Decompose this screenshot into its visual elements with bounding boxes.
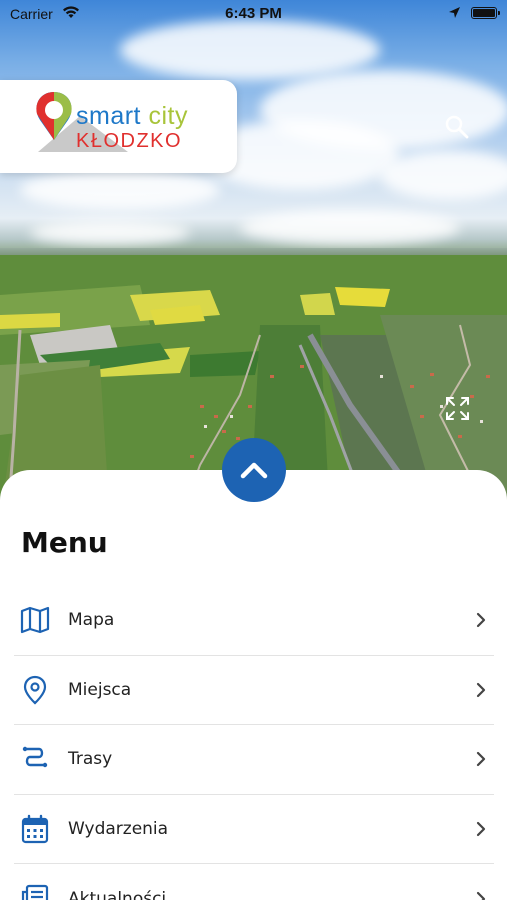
chevron-right-icon [476, 892, 486, 900]
menu-item-label: Wydarzenia [68, 819, 169, 840]
menu-item-miejsca[interactable]: Miejsca [14, 656, 494, 726]
chevron-up-icon [240, 462, 268, 479]
menu-item-mapa[interactable]: Mapa [14, 586, 494, 656]
menu-list: Mapa Miejsca Trasy Wydarzenia Aktualnośc… [14, 586, 494, 900]
menu-item-label: Mapa [68, 610, 115, 631]
menu-item-label: Miejsca [68, 679, 132, 700]
calendar-icon [20, 814, 50, 844]
chevron-right-icon [476, 682, 486, 697]
menu-item-label: Trasy [68, 749, 113, 770]
search-icon[interactable] [444, 114, 470, 140]
smart-city-logo: smart city KŁODZKO [0, 80, 237, 173]
battery-icon [471, 7, 500, 19]
logo-text-town: KŁODZKO [76, 130, 183, 152]
map-icon [20, 605, 50, 635]
news-icon [20, 884, 50, 900]
fullscreen-icon[interactable] [445, 396, 470, 421]
status-bar: Carrier 6:43 PM [0, 0, 507, 30]
chevron-right-icon [476, 752, 486, 767]
clock: 6:43 PM [225, 5, 282, 22]
menu-item-wydarzenia[interactable]: Wydarzenia [14, 795, 494, 865]
menu-item-label: Aktualności [68, 889, 167, 900]
chevron-right-icon [476, 821, 486, 837]
chevron-right-icon [476, 613, 486, 628]
location-pin-icon [20, 675, 50, 705]
menu-item-trasy[interactable]: Trasy [14, 725, 494, 795]
menu-item-aktualnosci[interactable]: Aktualności [14, 864, 494, 900]
route-icon [20, 744, 50, 774]
menu-title: Menu [21, 526, 108, 559]
location-arrow-icon [449, 7, 460, 18]
collapse-sheet-button[interactable] [222, 438, 286, 502]
logo-text-smart: smart city [76, 102, 188, 130]
